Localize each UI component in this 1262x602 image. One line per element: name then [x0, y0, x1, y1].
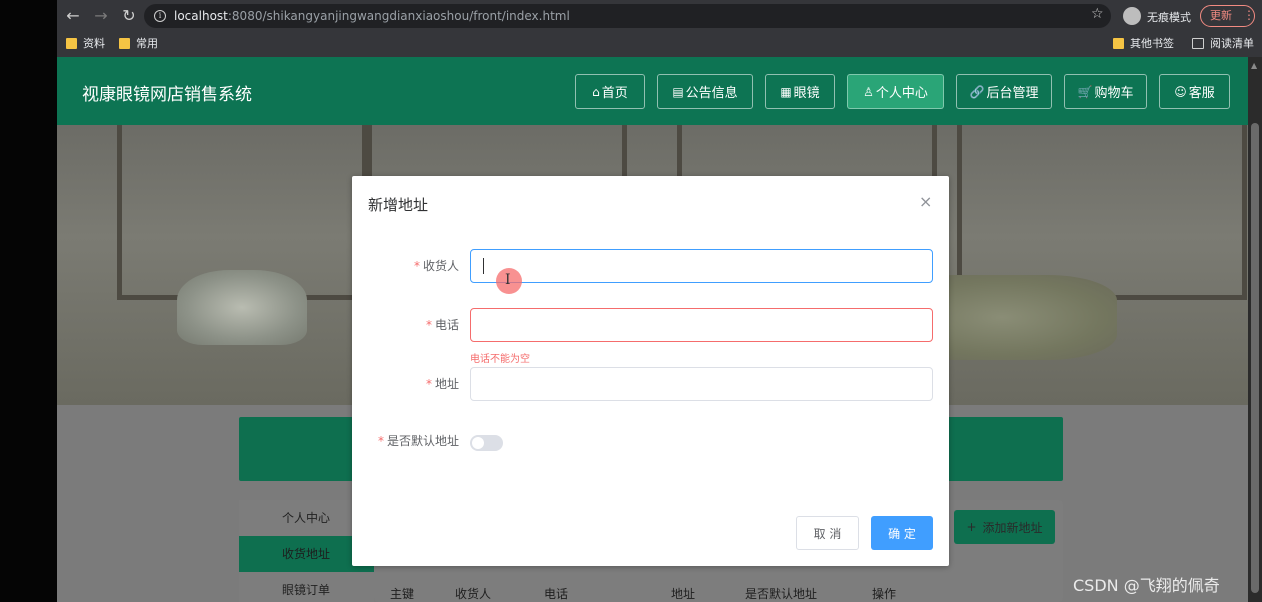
- column-header: 操作: [872, 587, 897, 601]
- reading-list[interactable]: 阅读清单: [1192, 35, 1254, 51]
- column-header: 电话: [544, 587, 569, 601]
- menu-dots-icon[interactable]: ⋮: [1243, 8, 1255, 22]
- forward-icon[interactable]: →: [91, 6, 111, 26]
- folder-icon: [66, 37, 77, 49]
- default-address-switch[interactable]: [470, 435, 503, 451]
- url-text[interactable]: localhost:8080/shikangyanjingwangdianxia…: [174, 9, 570, 23]
- nav-service[interactable]: ☺ 客服: [1159, 74, 1230, 109]
- nav-cart[interactable]: 🛒 购物车: [1064, 74, 1147, 109]
- notice-icon: ▤: [672, 84, 684, 99]
- site-header: 视康眼镜网店销售系统 ⌂ 首页 ▤ 公告信息 ▦ 眼镜 ♙ 个人中心 🔗 后台管理 🛒 购物…: [57, 57, 1248, 125]
- add-address-dialog: 新增地址 × * 收货人 * 电话 电话不能为空 * 地址 * 是否默认地址 取 消 确…: [352, 176, 949, 566]
- home-icon: ⌂: [592, 84, 600, 99]
- add-address-button[interactable]: + 添加新地址: [954, 510, 1055, 544]
- back-icon[interactable]: ←: [63, 6, 83, 26]
- reading-list-icon: [1192, 37, 1204, 49]
- left-black-border: [0, 0, 57, 602]
- nav-admin[interactable]: 🔗 后台管理: [956, 74, 1052, 109]
- nav-home[interactable]: ⌂ 首页: [575, 74, 645, 109]
- cart-icon: 🛒: [1077, 84, 1093, 99]
- nav-glasses[interactable]: ▦ 眼镜: [765, 74, 835, 109]
- plant-pot: [177, 270, 307, 345]
- glasses-icon: ▦: [780, 84, 792, 99]
- text-caret: [483, 258, 484, 274]
- scroll-thumb[interactable]: [1251, 123, 1259, 593]
- column-header: 地址: [671, 587, 696, 601]
- close-icon[interactable]: ×: [919, 192, 932, 211]
- phone-label: * 电话: [425, 318, 459, 332]
- phone-input[interactable]: [470, 308, 933, 342]
- confirm-button[interactable]: 确 定: [871, 516, 933, 550]
- folder-icon: [119, 37, 130, 49]
- column-header: 主键: [390, 587, 415, 601]
- user-icon: ♙: [863, 84, 874, 99]
- address-bar[interactable]: i localhost:8080/shikangyanjingwangdianx…: [144, 4, 1111, 28]
- nav-notice[interactable]: ▤ 公告信息: [657, 74, 753, 109]
- cancel-button[interactable]: 取 消: [796, 516, 859, 550]
- bookmark-star-icon[interactable]: ☆: [1091, 6, 1104, 22]
- phone-error-message: 电话不能为空: [470, 354, 530, 365]
- page-scrollbar[interactable]: ▲: [1248, 57, 1262, 602]
- browser-nav-buttons: ← → ↻: [63, 6, 139, 26]
- bookmark-item[interactable]: 常用: [119, 35, 158, 51]
- browser-chrome: ← → ↻ i localhost:8080/shikangyanjingwan…: [57, 0, 1262, 57]
- address-input[interactable]: [470, 367, 933, 401]
- watermark: CSDN @飞翔的佩奇: [1073, 576, 1220, 595]
- receiver-label: * 收货人: [413, 259, 459, 273]
- main-nav: ⌂ 首页 ▤ 公告信息 ▦ 眼镜 ♙ 个人中心 🔗 后台管理 🛒 购物车 ☺ 客服: [575, 74, 1230, 109]
- reload-icon[interactable]: ↻: [119, 6, 139, 26]
- other-bookmarks[interactable]: 其他书签: [1113, 35, 1174, 51]
- bookmarks-bar: 资料 常用 其他书签 阅读清单: [57, 32, 1262, 54]
- info-icon[interactable]: i: [154, 10, 166, 22]
- incognito-icon[interactable]: [1123, 7, 1141, 25]
- receiver-input[interactable]: [470, 249, 933, 283]
- bookmark-item[interactable]: 资料: [66, 35, 105, 51]
- scroll-up-icon[interactable]: ▲: [1251, 61, 1257, 70]
- sidebar-item-orders[interactable]: 眼镜订单: [239, 572, 374, 602]
- incognito-label: 无痕模式: [1147, 11, 1191, 24]
- dialog-title: 新增地址: [368, 196, 429, 214]
- switch-knob: [472, 437, 484, 449]
- address-label: * 地址: [425, 377, 459, 391]
- default-address-label: * 是否默认地址: [377, 434, 459, 448]
- folder-icon: [1113, 37, 1124, 49]
- service-icon: ☺: [1174, 84, 1187, 99]
- nav-profile[interactable]: ♙ 个人中心: [847, 74, 944, 109]
- link-icon: 🔗: [969, 84, 985, 99]
- ibeam-cursor-icon: I: [505, 272, 511, 288]
- window-frame: [957, 125, 1247, 300]
- column-header: 是否默认地址: [745, 587, 818, 601]
- column-header: 收货人: [455, 587, 492, 601]
- plus-icon: +: [966, 520, 977, 534]
- site-title: 视康眼镜网店销售系统: [82, 85, 252, 105]
